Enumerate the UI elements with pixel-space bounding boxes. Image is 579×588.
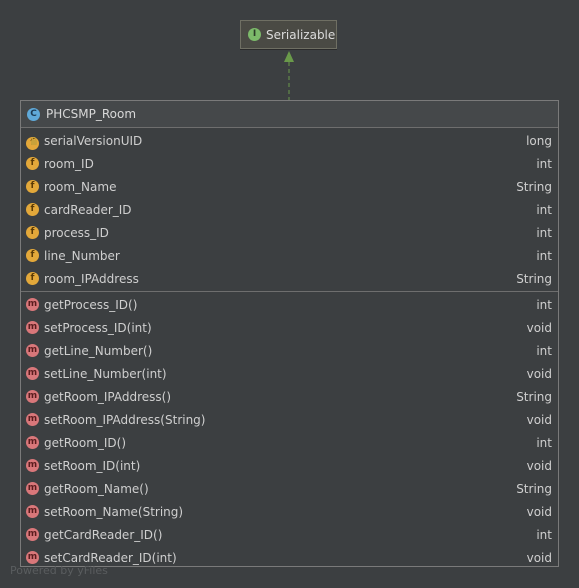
- field-name: line_Number: [44, 248, 120, 263]
- method-row[interactable]: m setLine_Number(int) void: [21, 362, 558, 385]
- method-icon: m: [26, 413, 39, 426]
- method-row[interactable]: m setRoom_IPAddress(String) void: [21, 408, 558, 431]
- field-row[interactable]: f serialVersionUID long: [21, 129, 558, 152]
- method-icon: m: [26, 436, 39, 449]
- class-icon: C: [27, 107, 40, 121]
- method-type: int: [536, 527, 552, 542]
- method-row[interactable]: m getRoom_ID() int: [21, 431, 558, 454]
- method-type: void: [526, 412, 552, 427]
- method-icon: m: [26, 505, 39, 518]
- field-type: int: [536, 225, 552, 240]
- method-name: setCardReader_ID(int): [44, 550, 177, 565]
- method-name: getRoom_IPAddress(): [44, 389, 172, 404]
- lock-icon: [31, 137, 37, 145]
- method-name: setRoom_Name(String): [44, 504, 184, 519]
- method-type: void: [526, 550, 552, 565]
- field-type: String: [516, 271, 552, 286]
- field-type: int: [536, 156, 552, 171]
- method-type: int: [536, 343, 552, 358]
- field-icon: f: [26, 249, 39, 262]
- field-icon: f: [26, 203, 39, 216]
- field-name: cardReader_ID: [44, 202, 132, 217]
- field-icon: f: [26, 226, 39, 239]
- method-name: setLine_Number(int): [44, 366, 167, 381]
- field-row[interactable]: f process_ID int: [21, 221, 558, 244]
- field-icon: f: [26, 180, 39, 193]
- field-name: process_ID: [44, 225, 109, 240]
- method-type: void: [526, 504, 552, 519]
- field-row[interactable]: f room_Name String: [21, 175, 558, 198]
- method-icon: m: [26, 528, 39, 541]
- method-type: String: [516, 389, 552, 404]
- method-row[interactable]: m setRoom_ID(int) void: [21, 454, 558, 477]
- class-header: C PHCSMP_Room: [21, 101, 558, 128]
- method-icon: m: [26, 459, 39, 472]
- class-name: PHCSMP_Room: [46, 107, 137, 121]
- method-row[interactable]: m getRoom_IPAddress() String: [21, 385, 558, 408]
- method-row[interactable]: m getLine_Number() int: [21, 339, 558, 362]
- implements-arrow-head: [284, 51, 294, 62]
- field-icon: f: [26, 272, 39, 285]
- field-name: room_IPAddress: [44, 271, 139, 286]
- field-type: int: [536, 202, 552, 217]
- method-row[interactable]: m getCardReader_ID() int: [21, 523, 558, 546]
- method-icon: m: [26, 321, 39, 334]
- field-type: String: [516, 179, 552, 194]
- field-row[interactable]: f room_ID int: [21, 152, 558, 175]
- method-icon: m: [26, 367, 39, 380]
- method-icon: m: [26, 344, 39, 357]
- method-name: getLine_Number(): [44, 343, 153, 358]
- method-row[interactable]: m getRoom_Name() String: [21, 477, 558, 500]
- method-type: String: [516, 481, 552, 496]
- field-type: long: [526, 133, 552, 148]
- method-row[interactable]: m setProcess_ID(int) void: [21, 316, 558, 339]
- static-final-field-icon: f: [26, 134, 39, 150]
- method-row[interactable]: m getProcess_ID() int: [21, 293, 558, 316]
- method-name: getRoom_ID(): [44, 435, 127, 450]
- method-type: void: [526, 366, 552, 381]
- method-name: getCardReader_ID(): [44, 527, 163, 542]
- field-icon: f: [26, 157, 39, 170]
- class-node-phcsmp-room[interactable]: C PHCSMP_Room fserialVersionUIDlongfroom…: [20, 100, 559, 567]
- method-name: setProcess_ID(int): [44, 320, 152, 335]
- method-type: int: [536, 435, 552, 450]
- method-type: void: [526, 320, 552, 335]
- method-name: setRoom_IPAddress(String): [44, 412, 206, 427]
- watermark: Powered by yFiles: [10, 564, 108, 577]
- field-row[interactable]: f line_Number int: [21, 244, 558, 267]
- field-name: room_ID: [44, 156, 94, 171]
- fields-section: fserialVersionUIDlongfroom_IDintfroom_Na…: [21, 128, 558, 292]
- method-row[interactable]: m setRoom_Name(String) void: [21, 500, 558, 523]
- method-name: setRoom_ID(int): [44, 458, 141, 473]
- method-icon: m: [26, 390, 39, 403]
- field-name: room_Name: [44, 179, 117, 194]
- field-row[interactable]: f room_IPAddress String: [21, 267, 558, 290]
- method-icon: m: [26, 482, 39, 495]
- method-icon: m: [26, 298, 39, 311]
- method-name: getRoom_Name(): [44, 481, 149, 496]
- field-row[interactable]: f cardReader_ID int: [21, 198, 558, 221]
- field-type: int: [536, 248, 552, 263]
- methods-section: m getProcess_ID() int m setProcess_ID(int) vo…: [21, 292, 558, 569]
- method-icon: m: [26, 551, 39, 564]
- method-type: int: [536, 297, 552, 312]
- method-type: void: [526, 458, 552, 473]
- method-name: getProcess_ID(): [44, 297, 138, 312]
- field-name: serialVersionUID: [44, 133, 143, 148]
